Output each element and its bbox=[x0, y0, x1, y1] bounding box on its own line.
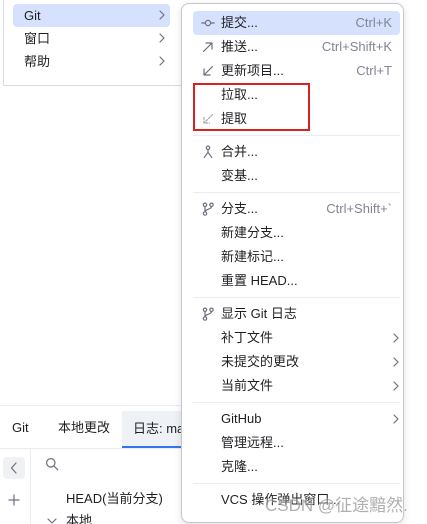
collapse-button[interactable] bbox=[3, 457, 25, 479]
menu-item-label: 新建分支... bbox=[221, 225, 284, 240]
plus-icon[interactable] bbox=[8, 494, 20, 506]
chevron-left-icon bbox=[10, 462, 18, 474]
menu-item-label: 未提交的更改 bbox=[221, 354, 300, 369]
menu-item-label: 分支... bbox=[221, 201, 258, 216]
chevron-right-icon bbox=[393, 381, 399, 391]
menu-item-label: 克隆... bbox=[221, 459, 258, 474]
chevron-down-icon[interactable] bbox=[47, 518, 57, 524]
annotation-highlight-box bbox=[193, 83, 310, 131]
main-menu-item-window[interactable]: 窗口 bbox=[13, 27, 170, 50]
tab-label: 日志: ma bbox=[133, 421, 185, 436]
chevron-right-icon bbox=[393, 357, 399, 367]
main-menu-item-help[interactable]: 帮助 bbox=[13, 50, 170, 73]
menu-item-label: 显示 Git 日志 bbox=[221, 306, 297, 321]
menu-item-label: 更新项目... bbox=[221, 63, 284, 78]
git-menu-item-current-file[interactable]: 当前文件 bbox=[193, 374, 400, 398]
git-menu-item-github[interactable]: GitHub bbox=[193, 407, 400, 431]
tree-item-head[interactable]: HEAD(当前分支) bbox=[66, 490, 163, 508]
menu-item-label: GitHub bbox=[221, 411, 262, 426]
main-menu: Git 窗口 帮助 bbox=[3, 0, 183, 86]
git-menu-item-new-branch[interactable]: 新建分支... bbox=[193, 221, 400, 245]
push-icon bbox=[201, 40, 215, 54]
git-menu-item-update-project[interactable]: 更新项目... Ctrl+T bbox=[193, 59, 400, 83]
git-menu-item-reset-head[interactable]: 重置 HEAD... bbox=[193, 269, 400, 293]
tab-git[interactable]: Git bbox=[12, 419, 29, 437]
git-menu-item-branches[interactable]: 分支... Ctrl+Shift+` bbox=[193, 197, 400, 221]
chevron-right-icon bbox=[159, 56, 165, 66]
git-menu-item-clone[interactable]: 克隆... bbox=[193, 455, 400, 479]
tab-bar-bottom-border bbox=[0, 448, 181, 449]
git-menu-item-manage-remotes[interactable]: 管理远程... bbox=[193, 431, 400, 455]
git-menu-item-patch-files[interactable]: 补丁文件 bbox=[193, 326, 400, 350]
main-menu-item-git[interactable]: Git bbox=[13, 4, 170, 27]
menu-item-label: 补丁文件 bbox=[221, 330, 274, 345]
menu-item-label: 当前文件 bbox=[221, 378, 274, 393]
git-menu-item-merge[interactable]: 合并... bbox=[193, 140, 400, 164]
menu-item-label: 帮助 bbox=[24, 54, 51, 69]
menu-separator bbox=[193, 479, 400, 488]
menu-item-label: 变基... bbox=[221, 168, 258, 183]
menu-item-label: 合并... bbox=[221, 144, 258, 159]
menu-item-shortcut: Ctrl+Shift+K bbox=[321, 39, 392, 54]
chevron-right-icon bbox=[159, 33, 165, 43]
menu-item-label: 窗口 bbox=[24, 31, 51, 46]
chevron-right-icon bbox=[159, 10, 165, 20]
git-menu-item-push[interactable]: 推送... Ctrl+Shift+K bbox=[193, 35, 400, 59]
menu-item-shortcut: Ctrl+Shift+` bbox=[326, 201, 392, 216]
menu-item-shortcut: Ctrl+K bbox=[355, 15, 392, 30]
merge-icon bbox=[201, 145, 215, 159]
chevron-right-icon bbox=[393, 333, 399, 343]
git-menu-item-new-tag[interactable]: 新建标记... bbox=[193, 245, 400, 269]
chevron-right-icon bbox=[393, 414, 399, 424]
tab-local-changes[interactable]: 本地更改 bbox=[58, 419, 110, 437]
git-log-icon bbox=[201, 307, 215, 321]
menu-separator bbox=[193, 398, 400, 407]
branch-icon bbox=[201, 202, 215, 216]
git-menu-item-show-git-log[interactable]: 显示 Git 日志 bbox=[193, 302, 400, 326]
tool-window-top-border bbox=[0, 405, 181, 406]
menu-item-label: Git bbox=[24, 8, 41, 23]
menu-item-label: 管理远程... bbox=[221, 435, 284, 450]
git-submenu: 提交... Ctrl+K 推送... Ctrl+Shift+K 更新项目... … bbox=[181, 3, 404, 523]
tree-item-local[interactable]: 本地 bbox=[66, 512, 92, 524]
menu-item-label: 提交... bbox=[221, 15, 258, 30]
menu-item-shortcut: Ctrl+T bbox=[356, 63, 392, 78]
update-project-icon bbox=[201, 64, 215, 78]
commit-icon bbox=[201, 16, 215, 30]
menu-item-label: 重置 HEAD... bbox=[221, 273, 298, 288]
menu-item-label: 新建标记... bbox=[221, 249, 284, 264]
menu-separator bbox=[193, 188, 400, 197]
toolbar-divider bbox=[30, 449, 31, 524]
git-menu-item-commit[interactable]: 提交... Ctrl+K bbox=[193, 11, 400, 35]
menu-separator bbox=[193, 293, 400, 302]
git-menu-item-rebase[interactable]: 变基... bbox=[193, 164, 400, 188]
git-menu-item-uncommitted-changes[interactable]: 未提交的更改 bbox=[193, 350, 400, 374]
watermark: CSDN @征途黯然. bbox=[265, 496, 408, 515]
search-icon[interactable] bbox=[45, 457, 59, 471]
menu-separator bbox=[193, 131, 400, 140]
menu-item-label: 推送... bbox=[221, 39, 258, 54]
